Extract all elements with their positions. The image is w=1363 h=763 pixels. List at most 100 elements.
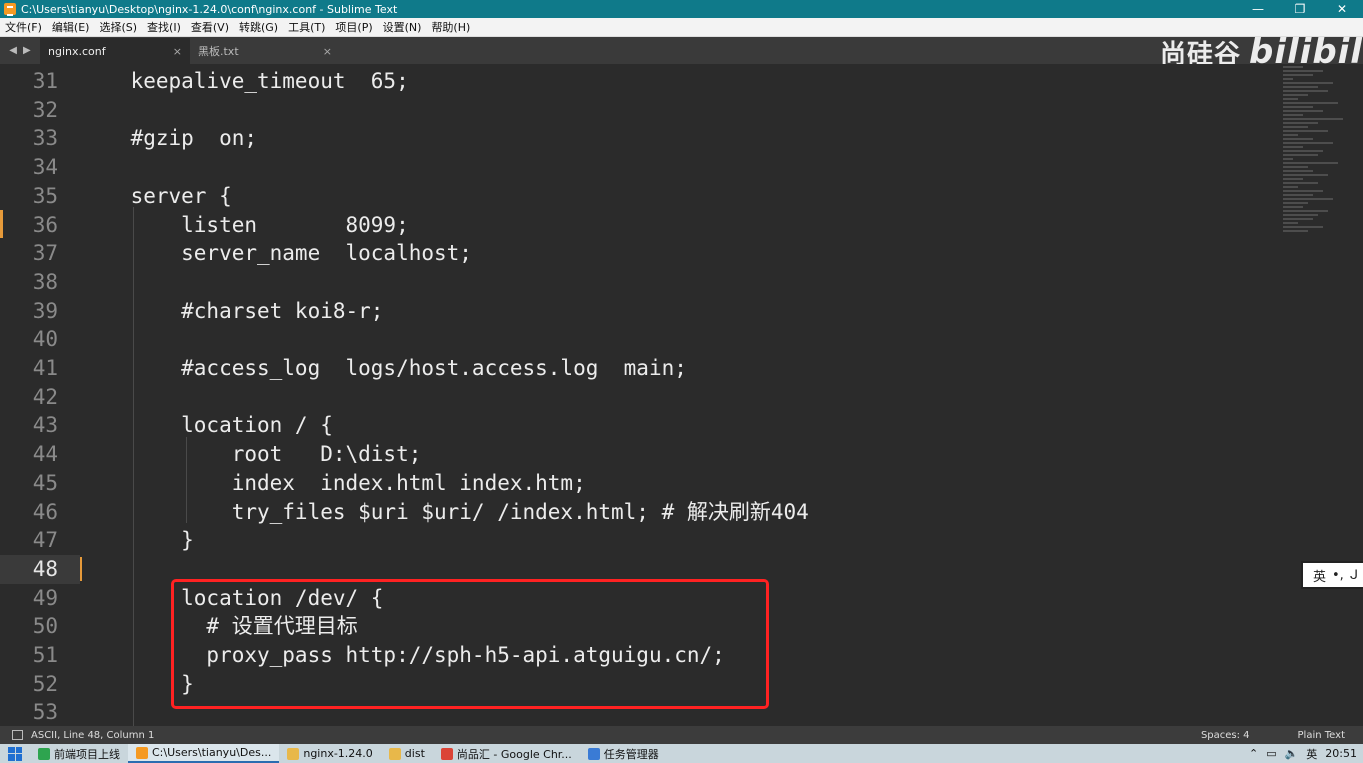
menu-find[interactable]: 查找(I): [142, 19, 186, 35]
menu-help[interactable]: 帮助(H): [426, 19, 475, 35]
line-number: 49: [32, 585, 58, 610]
line-number: 41: [32, 356, 58, 380]
minimap-line: [1283, 90, 1328, 92]
minimap-line: [1283, 98, 1298, 100]
line-number: 40: [32, 327, 58, 352]
highlight-annotation-box: [171, 579, 769, 709]
code-line[interactable]: listen 8099;: [80, 211, 409, 240]
minimap-line: [1283, 198, 1333, 200]
windows-taskbar: 前端项目上线 C:\Users\tianyu\Des... nginx-1.24.0…: [0, 744, 1363, 763]
tab-prev-icon[interactable]: ◀: [9, 45, 17, 56]
indent-guide: [133, 207, 134, 726]
app-icon: [587, 747, 600, 760]
menu-preferences[interactable]: 设置(N): [378, 19, 427, 35]
app-icon: [388, 747, 401, 760]
code-line[interactable]: location / {: [80, 411, 333, 440]
line-number: 33: [32, 126, 58, 151]
minimap-line: [1283, 218, 1313, 220]
close-button[interactable]: ✕: [1321, 0, 1363, 18]
volume-icon[interactable]: 🔈: [1285, 747, 1299, 760]
menu-selection[interactable]: 选择(S): [94, 19, 142, 35]
minimap-line: [1283, 142, 1333, 144]
tab-label: 黑板.txt: [198, 45, 239, 58]
minimap-line: [1283, 166, 1308, 168]
maximize-button[interactable]: ❐: [1279, 0, 1321, 18]
tray-expand-icon[interactable]: ⌃: [1249, 747, 1258, 760]
minimap-line: [1283, 130, 1328, 132]
line-number: 36: [32, 212, 58, 237]
tab-close-icon[interactable]: ×: [323, 45, 332, 58]
network-icon[interactable]: ▭: [1266, 747, 1276, 760]
code-line[interactable]: index index.html index.htm;: [80, 469, 586, 498]
taskbar-app[interactable]: 尚品汇 - Google Chr...: [433, 744, 580, 763]
ime-language: 英: [1313, 569, 1327, 585]
start-button[interactable]: [0, 744, 30, 763]
tab-bar: ◀ ▶ nginx.conf × 黑板.txt ×: [0, 37, 1363, 64]
tab-label: nginx.conf: [48, 44, 106, 58]
code-line[interactable]: #gzip on;: [80, 124, 257, 153]
title-bar: C:\Users\tianyu\Desktop\nginx-1.24.0\con…: [0, 0, 1363, 18]
panel-toggle-icon[interactable]: [12, 730, 23, 740]
line-number: 38: [32, 269, 58, 294]
code-line[interactable]: keepalive_timeout 65;: [80, 67, 409, 96]
line-number: 45: [32, 470, 58, 495]
minimize-button[interactable]: —: [1237, 0, 1279, 18]
tab-close-icon[interactable]: ×: [173, 45, 182, 58]
window-title: C:\Users\tianyu\Desktop\nginx-1.24.0\con…: [21, 2, 398, 16]
line-number: 35: [32, 183, 58, 208]
text-caret: [80, 557, 82, 581]
line-number: 39: [32, 298, 58, 323]
menu-edit[interactable]: 编辑(E): [47, 19, 95, 35]
minimap-line: [1283, 102, 1338, 104]
minimap-line: [1283, 66, 1303, 68]
minimap-line: [1283, 94, 1308, 96]
minimap-line: [1283, 122, 1318, 124]
minimap-line: [1283, 118, 1343, 120]
line-number: 46: [32, 499, 58, 524]
windows-logo-icon: [8, 746, 22, 761]
minimap[interactable]: [1283, 64, 1353, 294]
code-line[interactable]: try_files $uri $uri/ /index.html; # 解决刷新…: [80, 498, 809, 527]
tab-next-icon[interactable]: ▶: [23, 45, 31, 56]
minimap-line: [1283, 146, 1303, 148]
tab-blackboard-txt[interactable]: 黑板.txt ×: [190, 38, 340, 64]
minimap-line: [1283, 214, 1318, 216]
minimap-line: [1283, 162, 1338, 164]
taskbar-app[interactable]: 前端项目上线: [30, 744, 128, 763]
taskbar-app-label: 任务管理器: [603, 747, 659, 761]
tab-nginx-conf[interactable]: nginx.conf ×: [40, 38, 190, 64]
line-number: 50: [32, 614, 58, 639]
indentation-setting[interactable]: Spaces: 4: [1201, 730, 1250, 741]
minimap-line: [1283, 82, 1333, 84]
menu-goto[interactable]: 转跳(G): [234, 19, 283, 35]
code-line[interactable]: }: [80, 526, 194, 555]
minimap-line: [1283, 138, 1313, 140]
code-line[interactable]: #charset koi8-r;: [80, 297, 383, 326]
status-bar: ASCII, Line 48, Column 1 Spaces: 4 Plain…: [0, 726, 1363, 744]
minimap-line: [1283, 154, 1318, 156]
menu-file[interactable]: 文件(F): [0, 19, 47, 35]
minimap-line: [1283, 150, 1323, 152]
line-number: 37: [32, 241, 58, 266]
code-line[interactable]: #access_log logs/host.access.log main;: [80, 354, 687, 383]
code-line[interactable]: server_name localhost;: [80, 239, 472, 268]
taskbar-app[interactable]: 任务管理器: [580, 744, 667, 763]
clock[interactable]: 20:51: [1325, 747, 1357, 760]
code-line[interactable]: root D:\dist;: [80, 440, 422, 469]
minimap-line: [1283, 226, 1323, 228]
taskbar-app[interactable]: nginx-1.24.0: [279, 744, 380, 763]
minimap-line: [1283, 190, 1323, 192]
code-editor[interactable]: 31 32 33 34 35 36 37 38 39 40 41 42 43 44 45 46 47 48 49 50…: [0, 64, 1363, 726]
code-line[interactable]: server {: [80, 182, 232, 211]
ime-status-widget[interactable]: 英 •, ᒍ: [1301, 561, 1363, 589]
ime-tray-language[interactable]: 英: [1306, 746, 1317, 762]
ime-mode: ᒍ: [1349, 567, 1358, 583]
taskbar-app[interactable]: dist: [381, 744, 433, 763]
menu-tools[interactable]: 工具(T): [283, 19, 330, 35]
app-icon: [287, 747, 300, 760]
menu-project[interactable]: 项目(P): [330, 19, 377, 35]
menu-view[interactable]: 查看(V): [186, 19, 234, 35]
taskbar-app[interactable]: C:\Users\tianyu\Des...: [128, 744, 280, 763]
syntax-selector[interactable]: Plain Text: [1298, 730, 1345, 741]
taskbar-app-label: dist: [404, 747, 425, 760]
